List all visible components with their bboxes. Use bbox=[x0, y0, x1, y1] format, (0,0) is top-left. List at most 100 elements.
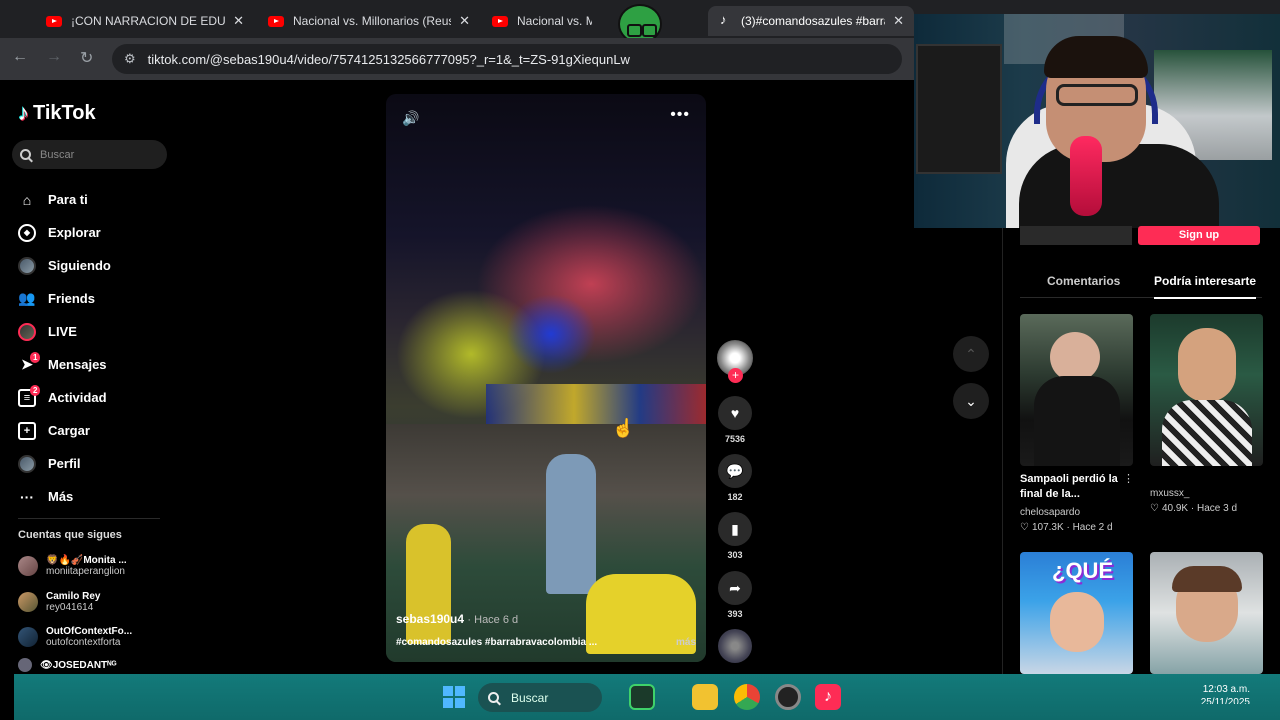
recommendation-stats: ♡ 40.9K · Hace 3 d bbox=[1150, 503, 1238, 514]
share-action[interactable]: ➦ 393 bbox=[717, 571, 753, 619]
browser-tab-4[interactable]: (3)#comandosazules #barrabrava ✕ bbox=[708, 6, 914, 36]
share-icon[interactable]: ➦ bbox=[718, 571, 752, 605]
volume-icon[interactable]: 🔊 bbox=[402, 110, 419, 127]
heart-icon[interactable]: ♥ bbox=[718, 396, 752, 430]
url-field[interactable]: ⚙ tiktok.com/@sebas190u4/video/757412513… bbox=[112, 44, 902, 74]
account-name: Camilo Rey bbox=[46, 591, 101, 602]
recommendation-author[interactable]: chelosapardo bbox=[1020, 507, 1080, 518]
tiktok-app-icon[interactable]: ♪ bbox=[815, 684, 841, 710]
sidebar-item-label: Siguiendo bbox=[48, 258, 111, 273]
close-icon[interactable]: ✕ bbox=[233, 13, 244, 29]
video-frame-banner bbox=[486, 384, 706, 424]
signup-button[interactable]: Sign up bbox=[1138, 226, 1260, 245]
back-icon[interactable]: ← bbox=[12, 48, 28, 66]
clock-date: 25/11/2025 bbox=[1200, 697, 1250, 704]
post-age: Hace 3 d bbox=[1197, 503, 1238, 514]
bookmark-icon[interactable]: ▮ bbox=[718, 512, 752, 546]
comment-icon[interactable]: 💬 bbox=[718, 454, 752, 488]
previous-video-button[interactable]: ⌃ bbox=[953, 336, 989, 372]
account-handle: rey041614 bbox=[46, 602, 94, 613]
recommended-video-thumb[interactable] bbox=[1150, 552, 1263, 674]
obs-icon[interactable] bbox=[775, 684, 801, 710]
sidebar-item-perfil[interactable]: Perfil bbox=[18, 447, 111, 480]
live-icon bbox=[18, 322, 36, 341]
notification-badge: 1 bbox=[30, 352, 41, 363]
video-player[interactable]: 🔊 ••• sebas190u4 · Hace 6 d #comandosazu… bbox=[386, 94, 706, 662]
recommended-video-thumb[interactable] bbox=[1020, 314, 1133, 466]
following-header: Cuentas que sigues bbox=[18, 529, 122, 541]
sidebar-item-siguiendo[interactable]: Siguiendo bbox=[18, 249, 111, 282]
recommended-video-thumb[interactable] bbox=[1150, 314, 1263, 466]
sidebar-item-mensajes[interactable]: ➤ 1 Mensajes bbox=[18, 348, 111, 381]
like-action[interactable]: ♥ 7536 bbox=[717, 396, 753, 444]
tab-podria-interesarte[interactable]: Podría interesarte bbox=[1154, 274, 1257, 299]
following-account[interactable]: Camilo Rey rey041614 bbox=[18, 587, 100, 617]
recommendation-author[interactable]: mxussx_ bbox=[1150, 488, 1189, 499]
comment-action[interactable]: 💬 182 bbox=[717, 454, 753, 502]
windows-start-icon[interactable] bbox=[443, 686, 465, 708]
forward-icon[interactable]: → bbox=[46, 48, 62, 66]
sidebar-item-label: Explorar bbox=[48, 225, 101, 240]
reload-icon[interactable]: ↻ bbox=[80, 48, 93, 68]
sound-disc-icon[interactable] bbox=[718, 629, 752, 663]
sidebar-item-cargar[interactable]: + Cargar bbox=[18, 414, 111, 447]
chevron-up-icon: ⌃ bbox=[965, 345, 977, 362]
close-icon[interactable]: ✕ bbox=[893, 13, 904, 29]
following-account[interactable]: OutOfContextFo... outofcontextforta bbox=[18, 622, 132, 652]
search-input[interactable]: Buscar bbox=[12, 140, 167, 169]
heart-outline-icon: ♡ bbox=[1020, 522, 1029, 533]
chrome-icon[interactable] bbox=[734, 684, 760, 710]
sidebar-item-actividad[interactable]: ≡ 2 Actividad bbox=[18, 381, 111, 414]
tab-title: ¡CON NARRACION DE EDUARDO bbox=[71, 14, 226, 28]
browser-tab-1[interactable]: ¡CON NARRACION DE EDUARDO ✕ bbox=[36, 6, 254, 36]
more-options-icon[interactable]: ⋮ bbox=[1123, 472, 1134, 485]
sidebar-item-label: Friends bbox=[48, 291, 95, 306]
next-video-button[interactable]: ⌄ bbox=[953, 383, 989, 419]
right-panel-tabs: Comentarios Podría interesarte bbox=[1020, 266, 1262, 299]
likes-count: 107.3K bbox=[1031, 522, 1064, 533]
sidebar-item-mas[interactable]: ··· Más bbox=[18, 480, 111, 513]
system-clock[interactable]: 12:03 a.m. 25/11/2025 bbox=[1201, 683, 1250, 704]
more-options-icon[interactable]: ••• bbox=[670, 106, 690, 124]
sidebar-item-live[interactable]: LIVE bbox=[18, 315, 111, 348]
chevron-down-icon: ⌄ bbox=[965, 392, 977, 409]
header-placeholder bbox=[1020, 226, 1132, 245]
video-frame-blue-smoke bbox=[506, 294, 596, 374]
site-info-icon[interactable]: ⚙ bbox=[124, 51, 136, 67]
streamer-webcam bbox=[914, 14, 1280, 228]
following-account[interactable]: 🦁🔥🎻Monita ... moniitaperanglion bbox=[18, 551, 127, 581]
recommendation-title[interactable]: Sampaoli perdió la final de la... bbox=[1020, 472, 1120, 502]
save-action[interactable]: ▮ 303 bbox=[717, 512, 753, 560]
post-age: Hace 2 d bbox=[1072, 522, 1113, 533]
tiktok-logo[interactable]: ♪ TikTok bbox=[18, 100, 96, 126]
browser-tab-3[interactable]: Nacional vs. Mill bbox=[482, 6, 602, 36]
caption-text[interactable]: #comandosazules #barrabravacolombia ... bbox=[396, 637, 597, 648]
close-icon[interactable]: ✕ bbox=[459, 13, 470, 29]
os-taskbar: Buscar ♪ 12:03 a.m. 25/11/2025 bbox=[14, 674, 1280, 720]
url-text: tiktok.com/@sebas190u4/video/75741251325… bbox=[147, 51, 630, 67]
hand-cursor-icon: ☝ bbox=[612, 418, 635, 438]
following-account[interactable]: 👁JOSEDANTᴺᴳ bbox=[18, 655, 117, 675]
avatar bbox=[18, 627, 38, 647]
thumb-figure bbox=[1050, 332, 1100, 382]
sidebar-item-label: Perfil bbox=[48, 456, 81, 471]
sidebar-nav: ⌂ Para ti ◆ Explorar Siguiendo 👥 Friends… bbox=[18, 183, 111, 513]
browser-tab-2[interactable]: Nacional vs. Millonarios (Reusm ✕ bbox=[258, 6, 480, 36]
tab-comentarios[interactable]: Comentarios bbox=[1047, 274, 1120, 288]
thumb-text-graphic: ¿QUÉ bbox=[1052, 558, 1114, 583]
file-explorer-icon[interactable] bbox=[692, 684, 718, 710]
sidebar-item-label: Cargar bbox=[48, 423, 90, 438]
sidebar-item-label: LIVE bbox=[48, 324, 77, 339]
sidebar-item-explorar[interactable]: ◆ Explorar bbox=[18, 216, 111, 249]
video-author[interactable]: sebas190u4 · Hace 6 d bbox=[396, 612, 518, 626]
friends-icon: 👥 bbox=[18, 290, 36, 306]
taskbar-search[interactable]: Buscar bbox=[478, 683, 602, 712]
recommended-video-thumb[interactable]: ¿QUÉ bbox=[1020, 552, 1133, 674]
caption-more-link[interactable]: más bbox=[676, 637, 696, 648]
follow-plus-icon[interactable]: + bbox=[728, 368, 743, 383]
search-placeholder: Buscar bbox=[40, 148, 75, 161]
divider bbox=[18, 518, 160, 519]
sidebar-item-para-ti[interactable]: ⌂ Para ti bbox=[18, 183, 111, 216]
sidebar-item-friends[interactable]: 👥 Friends bbox=[18, 282, 111, 315]
green-shield-app-icon[interactable] bbox=[629, 684, 655, 710]
